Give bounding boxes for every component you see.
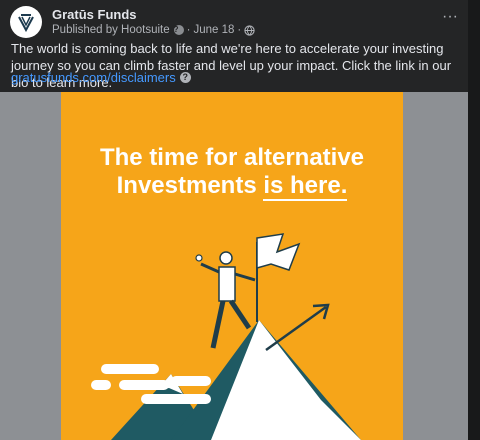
post-image[interactable]: The time for alternative Investments is … — [61, 92, 403, 440]
disclaimer-link[interactable]: gratusfunds.com/disclaimers — [11, 69, 176, 86]
post-meta: Published by Hootsuite ? · June 18 · — [52, 24, 255, 36]
headline-line2: Investments is here. — [61, 172, 403, 201]
post-header: Gratūs Funds Published by Hootsuite ? · … — [10, 6, 460, 38]
facebook-post: Gratūs Funds Published by Hootsuite ? · … — [0, 0, 468, 440]
post-date[interactable]: June 18 — [193, 24, 234, 36]
more-options-icon[interactable]: ··· — [438, 9, 462, 34]
headline-line2-start: Investments — [116, 172, 264, 199]
headline-underlined: is here. — [263, 172, 348, 201]
globe-icon — [244, 24, 255, 36]
gratus-logo-icon — [11, 7, 41, 37]
published-by: Published by Hootsuite — [52, 24, 170, 36]
post-image-area[interactable]: The time for alternative Investments is … — [0, 92, 468, 440]
page-name[interactable]: Gratūs Funds — [52, 7, 137, 22]
link-row: gratusfunds.com/disclaimers ? — [11, 69, 191, 86]
meta-separator: · — [237, 24, 242, 36]
meta-separator: · — [186, 24, 191, 36]
headline-line1: The time for alternative — [99, 144, 365, 171]
question-icon[interactable]: ? — [179, 72, 191, 83]
scrollbar-track[interactable] — [468, 0, 480, 440]
image-headline: The time for alternative Investments is … — [61, 144, 403, 201]
question-icon[interactable]: ? — [173, 25, 184, 35]
page-avatar[interactable] — [10, 6, 42, 38]
